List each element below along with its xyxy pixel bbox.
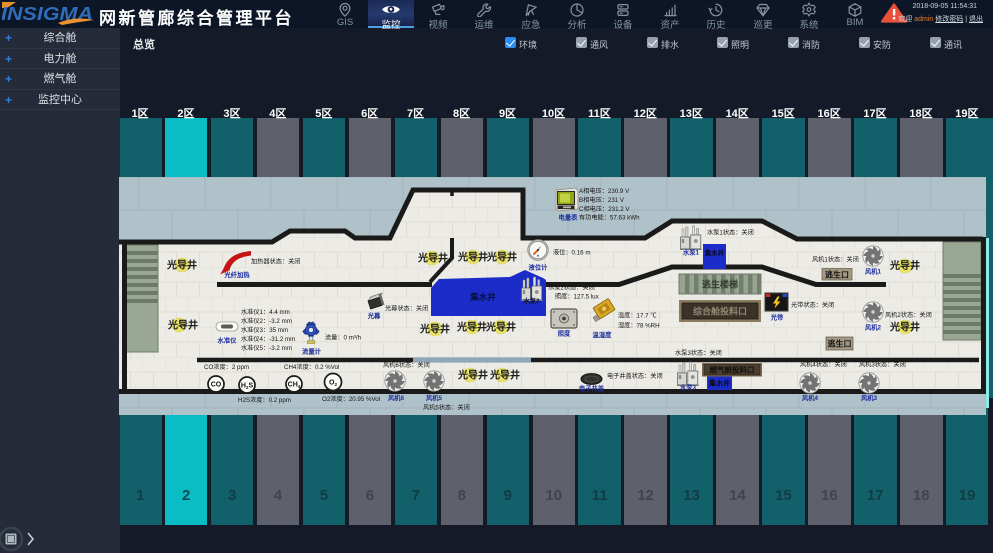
svg-text:光导井: 光导井 [457, 251, 488, 264]
svg-text:水准仪: 水准仪 [218, 336, 238, 345]
svg-text:风机6状态：关闭: 风机6状态：关闭 [383, 361, 430, 369]
svg-text:CO浓度：2 ppm: CO浓度：2 ppm [204, 363, 249, 371]
svg-text:有功电能：57.63 kWh: 有功电能：57.63 kWh [579, 214, 640, 222]
svg-text:温度：17.7 ℃: 温度：17.7 ℃ [618, 312, 657, 320]
svg-text:风机3: 风机3 [861, 393, 878, 402]
svg-text:风机5状态：关闭: 风机5状态：关闭 [423, 404, 470, 412]
svg-text:水泵3状态：关闭: 水泵3状态：关闭 [675, 349, 722, 357]
svg-text:光带: 光带 [770, 313, 784, 322]
svg-text:光导井: 光导井 [889, 259, 920, 272]
svg-text:水泵1: 水泵1 [683, 248, 700, 257]
svg-text:风机6: 风机6 [388, 393, 405, 402]
svg-text:光导井: 光导井 [889, 321, 920, 334]
svg-text:水准仪5：-3.2 mm: 水准仪5：-3.2 mm [241, 344, 292, 352]
svg-text:集水井: 集水井 [704, 248, 725, 257]
svg-text:水泵1状态：关闭: 水泵1状态：关闭 [707, 229, 754, 237]
svg-text:H2S浓度：0.2 ppm: H2S浓度：0.2 ppm [238, 396, 291, 404]
svg-text:光带状态：关闭: 光带状态：关闭 [791, 301, 834, 309]
svg-text:液位计: 液位计 [529, 263, 549, 272]
svg-text:照度：127.5 lux: 照度：127.5 lux [555, 293, 600, 301]
svg-text:风机1: 风机1 [865, 267, 882, 276]
svg-text:逃生楼梯: 逃生楼梯 [702, 279, 738, 290]
svg-text:综合舱投料口: 综合舱投料口 [693, 306, 747, 317]
svg-text:液位：0.16 m: 液位：0.16 m [553, 249, 590, 257]
svg-text:风机4状态：关闭: 风机4状态：关闭 [800, 361, 847, 369]
svg-text:风机2状态：关闭: 风机2状态：关闭 [885, 311, 932, 319]
svg-text:光导井: 光导井 [417, 252, 448, 265]
svg-text:光导井: 光导井 [489, 369, 520, 382]
svg-text:光导井: 光导井 [457, 369, 488, 382]
svg-text:风机3状态：关闭: 风机3状态：关闭 [859, 361, 906, 369]
svg-text:燃气舱投料口: 燃气舱投料口 [710, 365, 755, 375]
svg-text:光导井: 光导井 [167, 319, 198, 332]
svg-text:集水井: 集水井 [708, 379, 730, 388]
svg-text:CH4浓度：0.2 %Vol: CH4浓度：0.2 %Vol [284, 363, 339, 371]
svg-text:电量表: 电量表 [559, 213, 579, 222]
svg-text:水泵2状态：关闭: 水泵2状态：关闭 [548, 284, 595, 292]
svg-text:光导井: 光导井 [486, 251, 517, 264]
svg-text:风机4: 风机4 [802, 393, 819, 402]
svg-text:O2浓度：20.95 %Vol: O2浓度：20.95 %Vol [322, 395, 380, 403]
svg-text:光幕: 光幕 [367, 311, 381, 320]
svg-text:水泵3: 水泵3 [680, 383, 697, 392]
svg-text:A相电压：230.9 V: A相电压：230.9 V [579, 187, 630, 195]
svg-text:水准仪1：4.4 mm: 水准仪1：4.4 mm [241, 308, 290, 316]
svg-text:流量：0 m³/h: 流量：0 m³/h [325, 334, 362, 342]
svg-text:C相电压：231.2 V: C相电压：231.2 V [579, 205, 630, 213]
svg-text:电子井盖状态：关闭: 电子井盖状态：关闭 [607, 372, 663, 380]
svg-text:CO: CO [211, 382, 222, 389]
svg-text:逃生口: 逃生口 [825, 270, 849, 280]
svg-text:集水井: 集水井 [469, 292, 496, 302]
svg-text:光导井: 光导井 [485, 321, 516, 334]
svg-text:温湿度: 温湿度 [593, 330, 613, 339]
svg-text:逃生口: 逃生口 [828, 339, 852, 349]
svg-text:风机5: 风机5 [426, 393, 443, 402]
svg-text:光导井: 光导井 [419, 323, 450, 336]
svg-text:光幕状态：关闭: 光幕状态：关闭 [385, 305, 428, 313]
svg-text:水泵2: 水泵2 [523, 296, 540, 305]
svg-text:照度: 照度 [558, 329, 571, 338]
svg-text:湿度：78 %RH: 湿度：78 %RH [618, 322, 660, 330]
svg-text:流量计: 流量计 [302, 347, 322, 356]
svg-text:水准仪2：-3.2 mm: 水准仪2：-3.2 mm [241, 317, 292, 325]
svg-text:风机1状态：关闭: 风机1状态：关闭 [812, 256, 859, 264]
svg-text:B相电压：231 V: B相电压：231 V [579, 196, 625, 204]
svg-text:水准仪4：-31.2 mm: 水准仪4：-31.2 mm [241, 335, 295, 343]
svg-text:加热器状态：关闭: 加热器状态：关闭 [251, 258, 301, 266]
svg-text:风机2: 风机2 [865, 323, 882, 332]
svg-text:电子井盖: 电子井盖 [579, 384, 605, 393]
svg-text:光导井: 光导井 [456, 321, 487, 334]
svg-text:光纤加热: 光纤加热 [223, 270, 250, 279]
svg-text:水准仪3：35 mm: 水准仪3：35 mm [241, 326, 288, 334]
svg-text:光导井: 光导井 [166, 259, 197, 272]
